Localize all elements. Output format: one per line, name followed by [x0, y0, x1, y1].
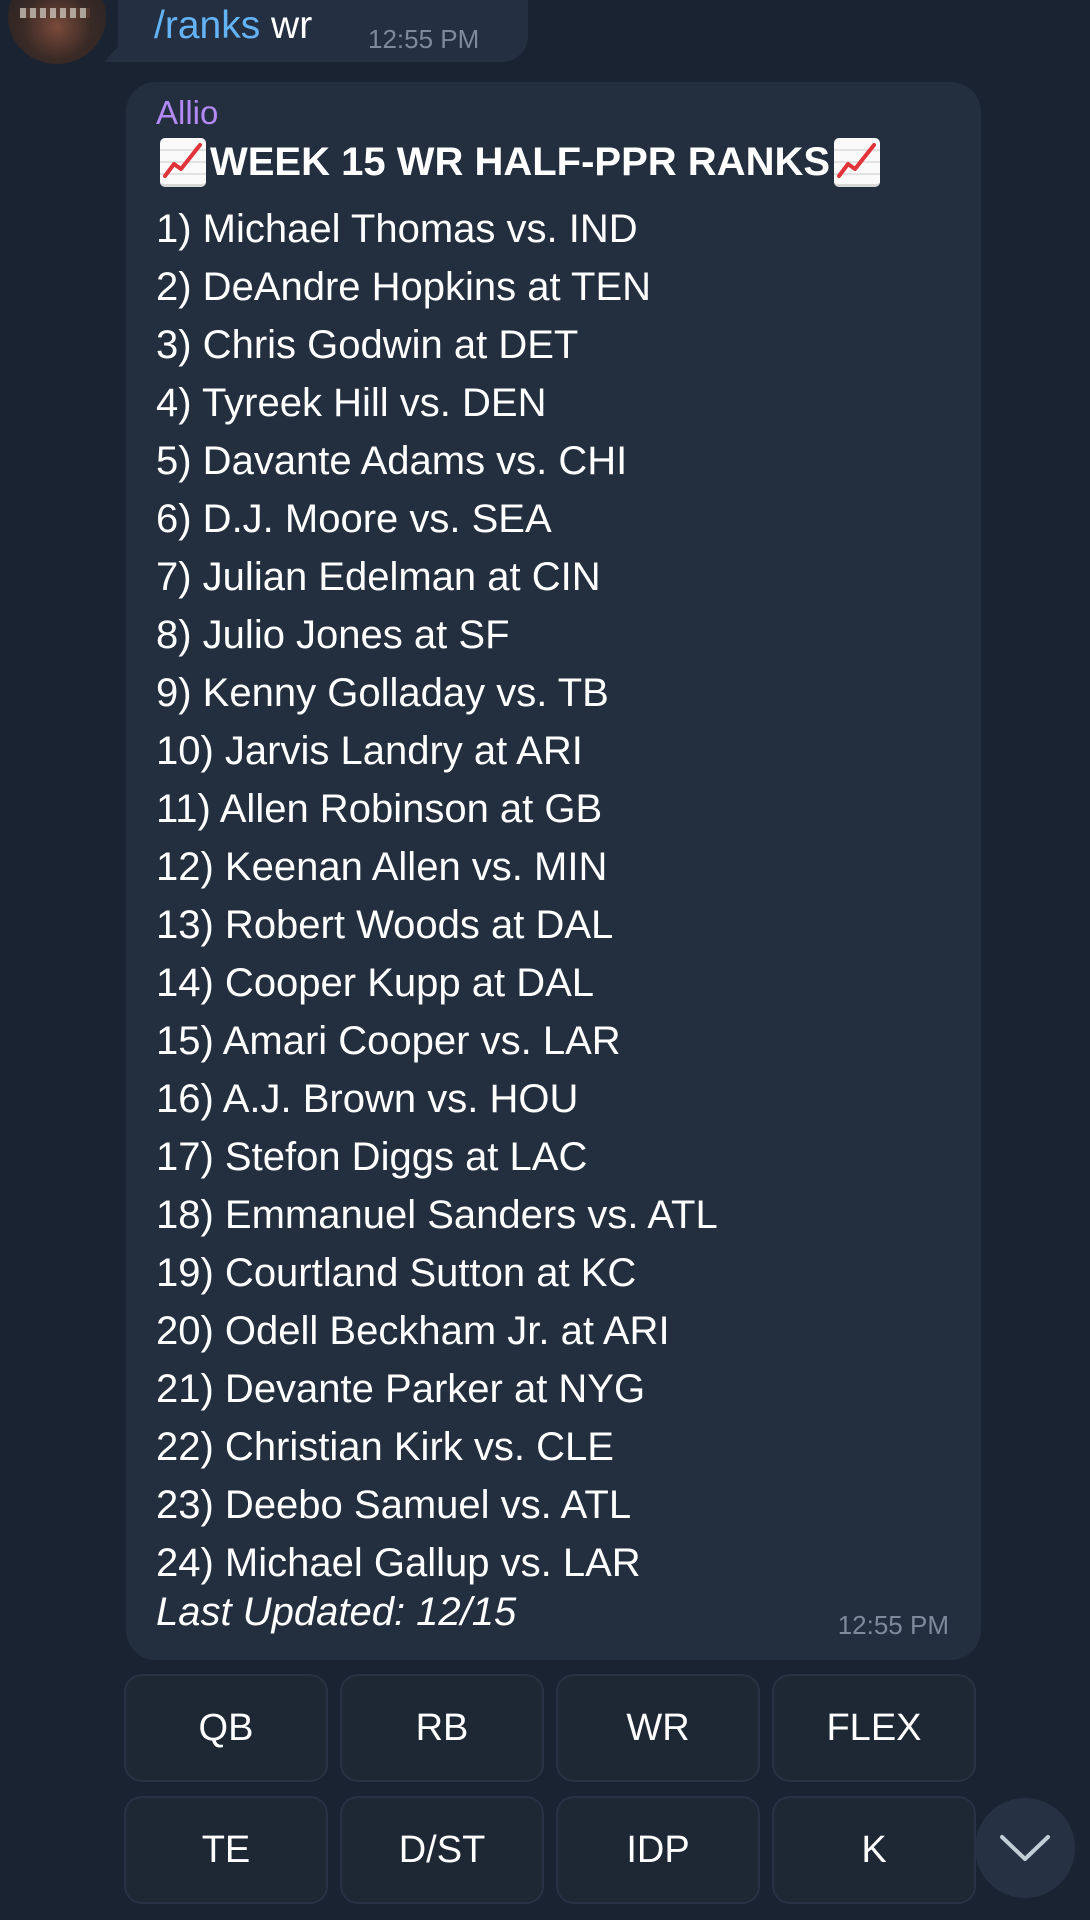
command-argument: wr	[271, 4, 313, 47]
list-item: 23) Deebo Samuel vs. ATL	[156, 1483, 632, 1527]
list-item: 1) Michael Thomas vs. IND	[156, 207, 638, 251]
message-title-text: WEEK 15 WR HALF-PPR RANKS	[210, 140, 831, 184]
list-item: 8) Julio Jones at SF	[156, 613, 510, 657]
keyboard-button-k[interactable]: K	[772, 1796, 976, 1904]
keyboard-button-dst[interactable]: D/ST	[340, 1796, 544, 1904]
outgoing-message: /ranks wr 12:55 PM	[118, 0, 528, 62]
list-item: 15) Amari Cooper vs. LAR	[156, 1019, 621, 1063]
list-item: 6) D.J. Moore vs. SEA	[156, 497, 552, 541]
message-timestamp: 12:55 PM	[837, 1610, 949, 1640]
list-item: 3) Chris Godwin at DET	[156, 323, 579, 367]
keyboard-button-te[interactable]: TE	[124, 1796, 328, 1904]
list-item: 22) Christian Kirk vs. CLE	[156, 1425, 614, 1469]
chart-increasing-icon	[834, 138, 881, 187]
list-item: 10) Jarvis Landry at ARI	[156, 729, 583, 773]
list-item: 2) DeAndre Hopkins at TEN	[156, 265, 652, 309]
list-item: 21) Devante Parker at NYG	[156, 1367, 646, 1411]
keyboard-button-idp[interactable]: IDP	[556, 1796, 760, 1904]
message-title: WEEK 15 WR HALF-PPR RANKS	[160, 138, 881, 187]
sender-name[interactable]: Allio	[156, 94, 218, 132]
list-item: 17) Stefon Diggs at LAC	[156, 1135, 588, 1179]
list-item: 9) Kenny Golladay vs. TB	[156, 671, 609, 715]
list-item: 5) Davante Adams vs. CHI	[156, 439, 628, 483]
outgoing-timestamp: 12:55 PM	[368, 24, 480, 54]
command-link[interactable]: /ranks	[154, 4, 260, 47]
keyboard-button-wr[interactable]: WR	[556, 1674, 760, 1782]
list-item: 14) Cooper Kupp at DAL	[156, 961, 595, 1005]
list-item: 4) Tyreek Hill vs. DEN	[156, 381, 547, 425]
chart-increasing-icon	[160, 138, 206, 187]
chevron-down-icon	[1000, 1835, 1050, 1861]
list-item: 12) Keenan Allen vs. MIN	[156, 845, 608, 889]
list-item: 11) Allen Robinson at GB	[156, 787, 603, 831]
avatar[interactable]	[8, 0, 106, 64]
rank-list: 1) Michael Thomas vs. IND 2) DeAndre Hop…	[156, 200, 718, 1592]
scroll-down-button[interactable]	[975, 1798, 1075, 1898]
keyboard-button-rb[interactable]: RB	[340, 1674, 544, 1782]
incoming-message: Allio WEEK 15 WR HALF-PPR RANKS 1) Micha…	[126, 82, 981, 1660]
keyboard-button-qb[interactable]: QB	[124, 1674, 328, 1782]
last-updated: Last Updated: 12/15	[156, 1590, 517, 1634]
list-item: 18) Emmanuel Sanders vs. ATL	[156, 1193, 718, 1237]
list-item: 13) Robert Woods at DAL	[156, 903, 614, 947]
list-item: 20) Odell Beckham Jr. at ARI	[156, 1309, 670, 1353]
list-item: 19) Courtland Sutton at KC	[156, 1251, 637, 1295]
list-item: 16) A.J. Brown vs. HOU	[156, 1077, 579, 1121]
keyboard-button-flex[interactable]: FLEX	[772, 1674, 976, 1782]
command-text: /ranks wr	[154, 4, 312, 48]
list-item: 7) Julian Edelman at CIN	[156, 555, 601, 599]
list-item: 24) Michael Gallup vs. LAR	[156, 1541, 641, 1585]
